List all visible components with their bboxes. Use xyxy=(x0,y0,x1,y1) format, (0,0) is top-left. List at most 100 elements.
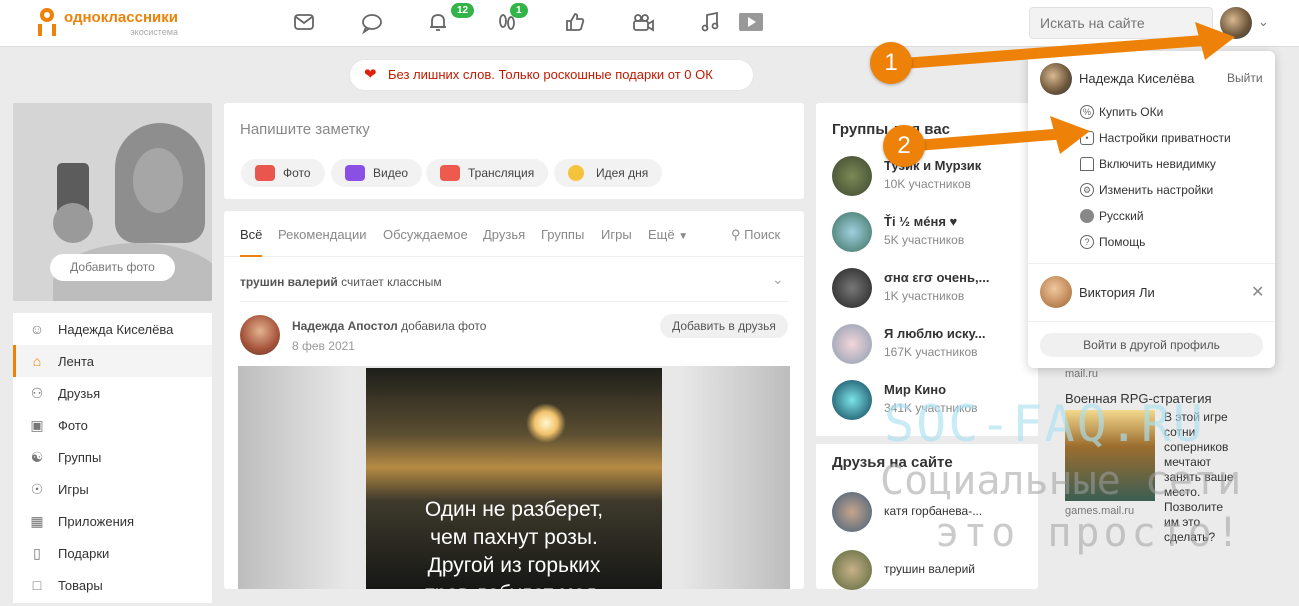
help-item[interactable]: ? Помощь xyxy=(1080,235,1145,249)
video-icon[interactable] xyxy=(630,11,656,37)
group-avatar xyxy=(832,156,872,196)
menu-item-apps[interactable]: ▦ Приложения xyxy=(13,505,212,537)
activity-text: считает классным xyxy=(341,275,442,289)
top-bar: одноклассники экосистема 12 1 ⌄ xyxy=(0,0,1299,47)
notifications-badge: 12 xyxy=(451,3,475,18)
other-profile-name[interactable]: Виктория Ли xyxy=(1079,285,1155,300)
group-members: 1K участников xyxy=(884,289,965,303)
ad-source: games.mail.ru xyxy=(1065,505,1135,517)
language-item[interactable]: Русский xyxy=(1080,209,1144,223)
guests-icon[interactable]: 1 xyxy=(494,3,528,37)
note-stream-button[interactable]: Трансляция xyxy=(426,159,549,187)
menu-item-goods[interactable]: □ Товары xyxy=(13,569,212,601)
guests-badge: 1 xyxy=(510,3,528,18)
change-settings-item[interactable]: ⚙ Изменить настройки xyxy=(1080,183,1214,197)
ad-title: Военная RPG-стратегия xyxy=(1065,391,1212,406)
ad-block[interactable]: mail.ru Военная RPG-стратегия В этой игр… xyxy=(1050,368,1285,589)
group-avatar xyxy=(832,324,872,364)
music-icon[interactable] xyxy=(697,11,723,37)
post-author[interactable]: Надежда Апостол xyxy=(292,319,398,333)
lightbulb-icon xyxy=(568,165,584,181)
tab-groups[interactable]: Группы xyxy=(541,227,584,242)
feed-search-label: Поиск xyxy=(744,227,781,242)
tab-friends[interactable]: Друзья xyxy=(483,227,525,242)
menu-label: Друзья xyxy=(58,385,101,401)
note-photo-button[interactable]: Фото xyxy=(241,159,325,187)
note-video-button[interactable]: Видео xyxy=(331,159,423,187)
likes-icon[interactable] xyxy=(562,11,588,37)
menu-item-feed[interactable]: ⌂ Лента xyxy=(13,345,212,377)
post-image-line: Один не разберет, xyxy=(424,498,604,521)
menu-item-gifts[interactable]: ▯ Подарки xyxy=(13,537,212,569)
dropdown-user-name[interactable]: Надежда Киселёва xyxy=(1079,71,1194,86)
feed-search-button[interactable]: ⚲ Поиск xyxy=(731,227,780,243)
note-input[interactable]: Напишите заметку xyxy=(240,121,370,138)
menu-item-profile[interactable]: ☺ Надежда Киселёва xyxy=(13,313,212,345)
friend-item[interactable]: трушин валерий xyxy=(832,550,1032,606)
menu-item-games[interactable]: ☉ Игры xyxy=(13,473,212,505)
tab-discussed[interactable]: Обсуждаемое xyxy=(383,227,468,242)
user-avatar[interactable] xyxy=(1220,7,1252,39)
post-action: добавила фото xyxy=(401,319,487,333)
menu-item-friends[interactable]: ⚇ Друзья xyxy=(13,377,212,409)
add-friend-button[interactable]: Добавить в друзья xyxy=(660,314,788,338)
post-image[interactable]: Один не разберет, чем пахнут розы. Друго… xyxy=(238,366,790,589)
group-item[interactable]: Мир Кино 341K участников xyxy=(832,380,1032,436)
invisible-item[interactable]: Включить невидимку xyxy=(1080,157,1216,171)
group-item[interactable]: σнα εгσ οчень,... 1K участников xyxy=(832,268,1032,324)
account-dropdown: Надежда Киселёва Выйти % Купить ОКи • Наст… xyxy=(1028,51,1275,368)
post-author-avatar[interactable] xyxy=(240,315,280,355)
tab-all[interactable]: Всё xyxy=(240,227,263,257)
group-item[interactable]: Ťi ½ мéня ♥ 5K участников xyxy=(832,212,1032,268)
logo-name: одноклассники xyxy=(64,8,178,26)
group-avatar xyxy=(832,212,872,252)
pill-label: Трансляция xyxy=(468,166,535,180)
messages-icon[interactable] xyxy=(291,11,317,37)
group-avatar xyxy=(832,268,872,308)
logo[interactable]: одноклассники экосистема xyxy=(38,8,178,38)
menu-item-photo[interactable]: ▣ Фото xyxy=(13,409,212,441)
chevron-down-icon[interactable]: ⌄ xyxy=(1258,14,1269,30)
group-item[interactable]: Я люблю иску... 167K участников xyxy=(832,324,1032,380)
search-input[interactable] xyxy=(1029,7,1213,39)
chevron-down-icon[interactable]: ⌄ xyxy=(772,271,784,288)
home-icon: ⌂ xyxy=(32,353,42,369)
dd-label: Включить невидимку xyxy=(1099,157,1216,171)
stream-icon xyxy=(440,165,460,181)
search-icon: ⚲ xyxy=(731,227,741,242)
dd-label: Настройки приватности xyxy=(1099,131,1231,145)
menu-label: Приложения xyxy=(58,513,135,529)
promo-text: Без лишних слов. Только роскошные подарк… xyxy=(388,67,713,82)
privacy-settings-item[interactable]: • Настройки приватности xyxy=(1080,131,1231,145)
games-icon: ☉ xyxy=(30,481,44,497)
groups-card: Группы для вас Тузик и Мурзик10K участни… xyxy=(816,103,1038,590)
group-name: σнα εгσ οчень,... xyxy=(884,270,990,285)
divider xyxy=(1028,321,1275,322)
dd-label: Изменить настройки xyxy=(1099,183,1214,197)
play-icon[interactable] xyxy=(738,11,764,37)
tab-more[interactable]: Ещё ▼ xyxy=(648,227,688,242)
group-item[interactable]: Тузик и Мурзик 10K участников xyxy=(832,156,1032,212)
logout-link[interactable]: Выйти xyxy=(1227,71,1263,85)
add-photo-button[interactable]: Добавить фото xyxy=(50,254,175,281)
menu-item-groups[interactable]: ☯ Группы xyxy=(13,441,212,473)
tab-games[interactable]: Игры xyxy=(601,227,632,242)
tab-recommendations[interactable]: Рекомендации xyxy=(278,227,367,242)
activity-name[interactable]: трушин валерий xyxy=(240,275,338,289)
close-icon[interactable]: ✕ xyxy=(1251,282,1264,302)
promo-banner[interactable]: ❤ Без лишних слов. Только роскошные пода… xyxy=(350,60,753,90)
menu-label: Фото xyxy=(58,417,88,433)
friend-item[interactable]: катя горбанева-... xyxy=(832,492,1032,548)
group-name: Я люблю иску... xyxy=(884,326,986,341)
buy-ok-item[interactable]: % Купить ОКи xyxy=(1080,105,1163,119)
notifications-icon[interactable]: 12 xyxy=(425,3,475,37)
profile-photo-placeholder[interactable]: Добавить фото xyxy=(13,103,212,301)
note-idea-button[interactable]: Идея дня xyxy=(554,159,663,187)
friend-avatar xyxy=(832,492,872,532)
post-image-line: трав добудет мед. xyxy=(366,580,662,589)
switch-profile-button[interactable]: Войти в другой профиль xyxy=(1040,333,1263,357)
discussions-icon[interactable] xyxy=(359,11,385,37)
pill-label: Фото xyxy=(283,166,311,180)
feed-card: Всё Рекомендации Обсуждаемое Друзья Груп… xyxy=(224,211,804,589)
group-name: Мир Кино xyxy=(884,382,947,397)
